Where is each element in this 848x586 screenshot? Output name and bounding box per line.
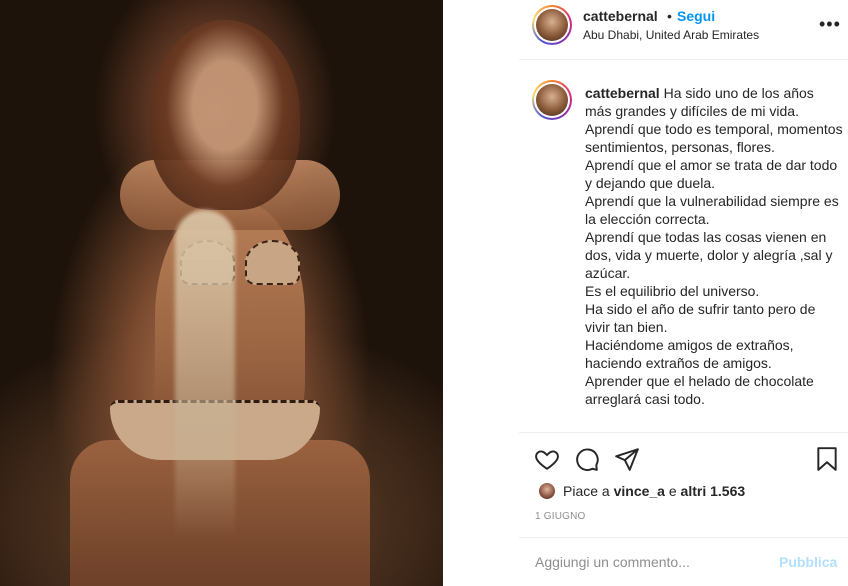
bookmark-icon[interactable] [814,446,840,472]
heart-icon[interactable] [534,446,560,472]
likes-prefix: Piace a [563,483,614,499]
photo-bikini-top-right [245,240,300,285]
caption-username[interactable]: cattebernal [585,85,660,101]
liker-avatar[interactable] [538,482,556,500]
publish-button[interactable]: Pubblica [779,554,837,570]
separator-dot: • [667,8,672,24]
photo-head [150,20,300,210]
likes-summary: Piace a vince_a e altri 1.563 [535,480,835,502]
caption-author-avatar[interactable] [532,80,572,120]
comment-icon[interactable] [574,446,600,472]
more-options-icon[interactable]: ••• [819,14,840,34]
likes-text: Piace a vince_a e altri 1.563 [563,483,745,499]
comment-bar: Aggiungi un commento... Pubblica [519,537,848,586]
post-side-panel: cattebernal • Segui Abu Dhabi, United Ar… [519,0,848,586]
caption-body: Ha sido uno de los años más grandes y di… [585,85,843,407]
photo-falling-sand [175,210,235,540]
caption-text-block: cattebernal Ha sido uno de los años más … [585,84,843,408]
liker-username[interactable]: vince_a [614,483,665,499]
follow-button[interactable]: Segui [677,8,715,24]
post-location[interactable]: Abu Dhabi, United Arab Emirates [583,28,759,42]
author-username[interactable]: cattebernal [583,8,658,24]
action-bar [519,440,848,480]
caption-section: cattebernal Ha sido uno de los años más … [519,60,848,433]
likes-middle: e [664,483,681,499]
post-header: cattebernal • Segui Abu Dhabi, United Ar… [519,0,848,60]
comment-input[interactable]: Aggiungi un commento... [535,554,690,570]
author-avatar[interactable] [532,5,572,45]
post-date[interactable]: 1 GIUGNO [535,511,586,522]
likes-count-link[interactable]: altri 1.563 [681,483,746,499]
share-icon[interactable] [614,446,640,472]
post-photo[interactable] [0,0,443,586]
